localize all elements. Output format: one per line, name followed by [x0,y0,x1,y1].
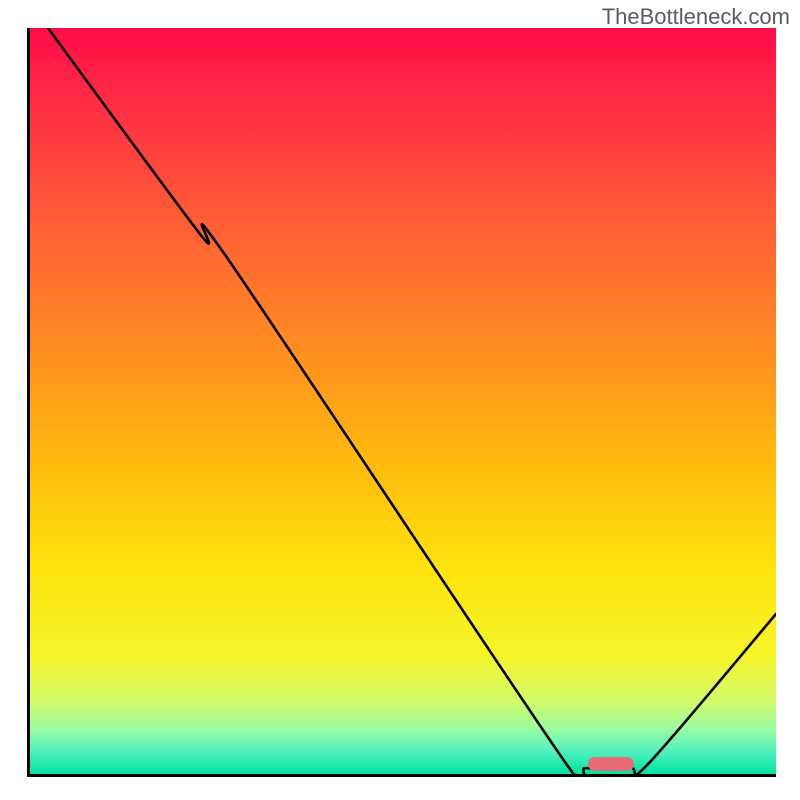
chart-plot-area [27,28,776,777]
watermark-text: TheBottleneck.com [602,4,790,30]
chart-marker [588,757,634,771]
chart-curve [30,28,776,774]
